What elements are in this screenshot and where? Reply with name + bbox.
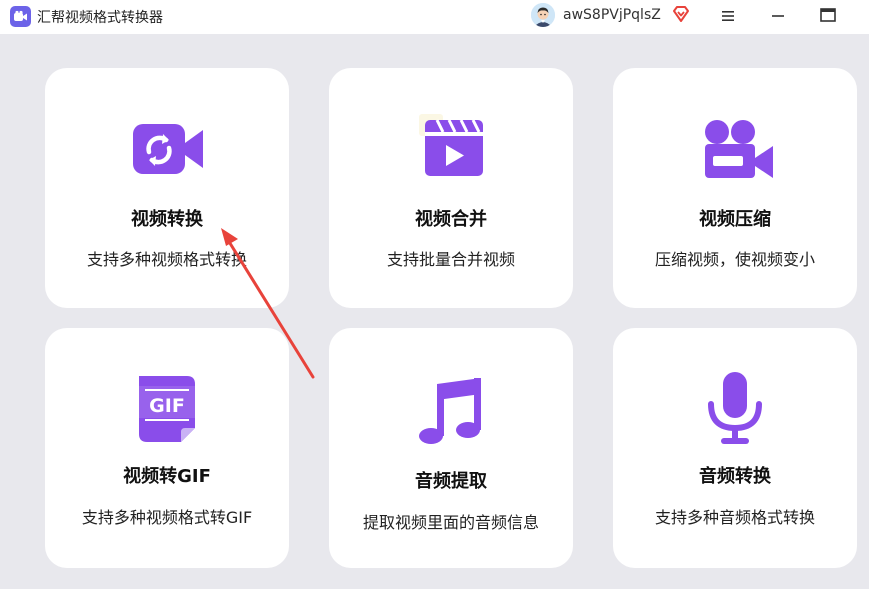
card-description: 提取视频里面的音频信息 xyxy=(362,513,539,532)
card-title: 视频转换 xyxy=(131,209,203,230)
app-title: 汇帮视频格式转换器 xyxy=(37,10,163,26)
video-camera-icon xyxy=(695,110,775,190)
gif-file-icon: GIF xyxy=(127,370,207,450)
card-video-to-gif[interactable]: GIF 视频转GIF 支持多种视频格式转GIF xyxy=(45,328,289,568)
card-description: 压缩视频，使视频变小 xyxy=(654,250,815,269)
minimize-button[interactable] xyxy=(764,3,792,29)
card-description: 支持多种视频格式转GIF xyxy=(81,508,253,527)
hamburger-icon xyxy=(721,7,735,26)
vip-diamond-icon[interactable] xyxy=(672,5,690,23)
svg-text:GIF: GIF xyxy=(149,395,185,417)
user-avatar[interactable] xyxy=(531,3,555,27)
username[interactable]: awS8PVjPqlsZ xyxy=(563,7,661,23)
card-title: 视频合并 xyxy=(415,209,487,230)
card-audio-convert[interactable]: 音频转换 支持多种音频格式转换 xyxy=(613,328,857,568)
card-description: 支持多种音频格式转换 xyxy=(654,508,815,527)
card-title: 视频转GIF xyxy=(123,466,211,487)
video-convert-icon xyxy=(127,110,207,190)
card-title: 音频提取 xyxy=(415,471,487,492)
microphone-icon xyxy=(695,370,775,450)
menu-button[interactable] xyxy=(714,3,742,29)
title-bar: 汇帮视频格式转换器 awS8PVjPqlsZ xyxy=(0,0,869,34)
card-description: 支持批量合并视频 xyxy=(386,250,515,269)
app-logo-icon xyxy=(10,6,31,27)
minimize-icon xyxy=(771,7,785,26)
card-audio-extract[interactable]: 音频提取 提取视频里面的音频信息 xyxy=(329,328,573,568)
clapperboard-icon xyxy=(411,110,491,190)
card-title: 视频压缩 xyxy=(699,209,771,230)
maximize-icon xyxy=(820,7,836,26)
maximize-button[interactable] xyxy=(814,3,842,29)
card-video-convert[interactable]: 视频转换 支持多种视频格式转换 xyxy=(45,68,289,308)
card-video-merge[interactable]: 视频合并 支持批量合并视频 xyxy=(329,68,573,308)
music-note-icon xyxy=(411,372,491,452)
card-title: 音频转换 xyxy=(699,466,771,487)
card-video-compress[interactable]: 视频压缩 压缩视频，使视频变小 xyxy=(613,68,857,308)
card-description: 支持多种视频格式转换 xyxy=(86,250,247,269)
